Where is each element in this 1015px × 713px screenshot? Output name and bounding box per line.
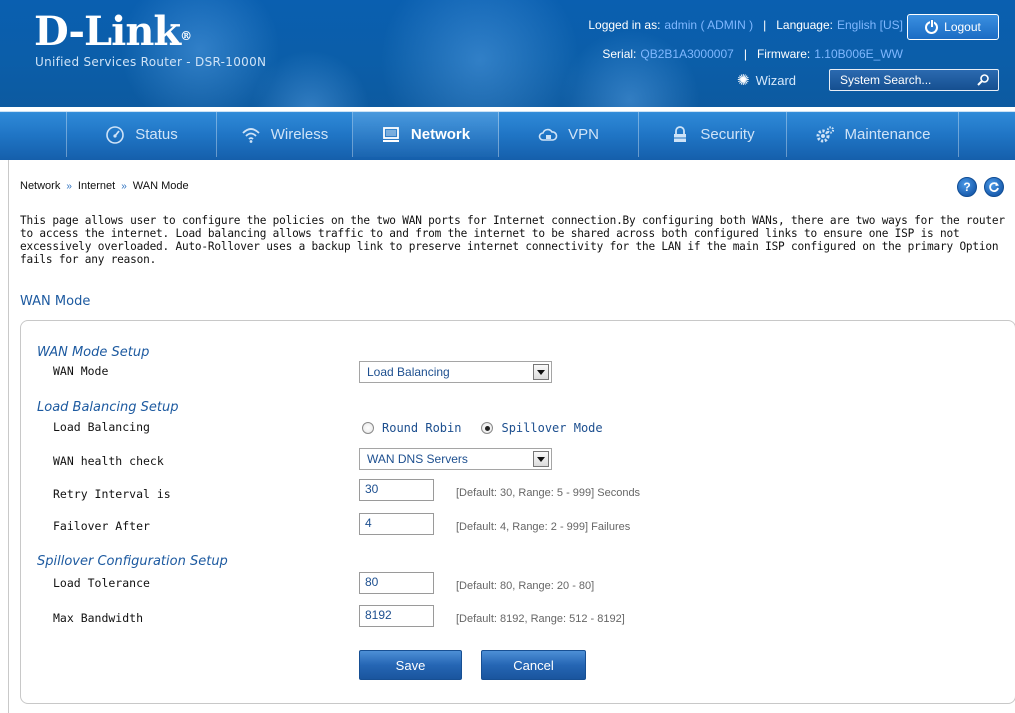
nav-item-vpn[interactable]: VPN (499, 112, 639, 157)
logout-button[interactable]: Logout (907, 14, 999, 40)
nav-item-status[interactable]: Status (66, 112, 217, 157)
failover-after-value: 4 (365, 516, 372, 530)
cloud-lock-icon (538, 128, 558, 141)
wan-health-check-select[interactable]: WAN DNS Servers (359, 448, 552, 470)
cancel-button[interactable]: Cancel (481, 650, 586, 680)
failover-after-hint: [Default: 4, Range: 2 - 999] Failures (456, 521, 631, 533)
retry-interval-label: Retry Interval is (53, 487, 171, 501)
lock-icon (674, 125, 687, 142)
nav-label: Network (410, 126, 471, 143)
search-placeholder: System Search... (840, 73, 932, 87)
load-tolerance-input[interactable]: 80 (359, 572, 434, 594)
chevron-down-icon[interactable] (533, 451, 549, 467)
logged-in-user: admin ( ADMIN ) (664, 18, 754, 32)
refresh-button[interactable] (984, 177, 1004, 197)
system-search-input[interactable]: System Search... (829, 69, 999, 91)
spillover-mode-radio[interactable] (481, 422, 494, 434)
logo-text: D-Link (34, 8, 181, 55)
breadcrumb-wan-mode: WAN Mode (132, 180, 189, 192)
logged-in-label: Logged in as: (588, 18, 661, 32)
header-separator: | (763, 18, 767, 32)
wan-mode-setup-heading: WAN Mode Setup (37, 345, 150, 360)
breadcrumb-separator: » (121, 180, 127, 192)
wan-health-check-label: WAN health check (53, 454, 164, 468)
nav-item-network[interactable]: Network (353, 112, 499, 157)
monitor-icon (382, 126, 399, 142)
nav-item-maintenance[interactable]: Maintenance (787, 112, 959, 157)
nav-label: Security (700, 126, 755, 143)
failover-after-label: Failover After (53, 519, 150, 533)
nav-label: VPN (568, 126, 599, 143)
breadcrumb: Network » Internet » WAN Mode (20, 178, 189, 194)
retry-interval-hint: [Default: 30, Range: 5 - 999] Seconds (456, 487, 641, 499)
wan-mode-select[interactable]: Load Balancing (359, 361, 552, 383)
refresh-icon (989, 182, 999, 192)
header-separator: | (743, 47, 747, 61)
wan-mode-label: WAN Mode (53, 364, 109, 378)
top-header: D-Link® Unified Services Router - DSR-10… (0, 0, 1015, 107)
round-robin-label[interactable]: Round Robin (382, 421, 461, 435)
nav-item-security[interactable]: Security (639, 112, 787, 157)
logout-label: Logout (944, 20, 981, 34)
nav-label: Status (135, 126, 178, 143)
retry-interval-input[interactable]: 30 (359, 479, 434, 501)
save-button[interactable]: Save (359, 650, 462, 680)
page-title: WAN Mode (20, 294, 91, 309)
breadcrumb-separator: » (66, 180, 72, 192)
content-left-border (8, 160, 9, 713)
wizard-link[interactable]: ✺ Wizard (737, 69, 796, 91)
max-bandwidth-label: Max Bandwidth (53, 611, 144, 625)
magic-wand-icon: ✺ (737, 72, 750, 89)
power-icon (925, 19, 939, 34)
load-balancing-radio-group: Round Robin Spillover Mode (362, 419, 603, 437)
breadcrumb-internet[interactable]: Internet (78, 180, 115, 192)
round-robin-radio[interactable] (362, 422, 374, 434)
max-bandwidth-value: 8192 (365, 608, 392, 622)
dlink-logo: D-Link® (34, 8, 192, 55)
language-value[interactable]: English [US] (837, 18, 903, 32)
nav-label: Maintenance (844, 126, 931, 143)
serial-label: Serial: (602, 47, 637, 61)
product-name: Unified Services Router - DSR-1000N (35, 55, 267, 69)
nav-item-wireless[interactable]: Wireless (217, 112, 353, 157)
firmware-value: 1.10B006E_WW (814, 47, 903, 61)
search-icon[interactable] (976, 73, 990, 87)
load-balancing-setup-heading: Load Balancing Setup (37, 400, 179, 415)
load-balancing-label: Load Balancing (53, 420, 150, 434)
help-icon: ? (963, 180, 971, 194)
spillover-mode-label[interactable]: Spillover Mode (501, 421, 602, 435)
firmware-label: Firmware: (756, 47, 811, 61)
failover-after-input[interactable]: 4 (359, 513, 434, 535)
max-bandwidth-hint: [Default: 8192, Range: 512 - 8192] (456, 613, 625, 625)
page-description: This page allows user to configure the p… (20, 214, 1005, 266)
nav-label: Wireless (270, 126, 329, 143)
load-tolerance-label: Load Tolerance (53, 576, 150, 590)
session-info: Logged in as: admin ( ADMIN ) | Language… (588, 17, 903, 33)
wizard-label: Wizard (755, 72, 797, 88)
wifi-icon (242, 127, 260, 143)
load-tolerance-value: 80 (365, 575, 379, 589)
breadcrumb-network[interactable]: Network (20, 180, 60, 192)
chevron-down-icon[interactable] (533, 364, 549, 380)
max-bandwidth-input[interactable]: 8192 (359, 605, 434, 627)
logo-registered-mark: ® (180, 29, 192, 43)
retry-interval-value: 30 (365, 482, 379, 496)
help-button[interactable]: ? (957, 177, 977, 197)
language-label: Language: (776, 18, 833, 32)
serial-value: QB2B1A3000007 (640, 47, 734, 61)
load-tolerance-hint: [Default: 80, Range: 20 - 80] (456, 580, 595, 592)
gauge-icon (106, 125, 125, 144)
wan-mode-value: Load Balancing (367, 365, 450, 379)
main-nav: Status Wireless Network VPN Security Mai… (66, 112, 959, 157)
device-info: Serial: QB2B1A3000007 | Firmware: 1.10B0… (602, 46, 903, 62)
wan-health-check-value: WAN DNS Servers (367, 452, 468, 466)
spillover-setup-heading: Spillover Configuration Setup (37, 554, 228, 569)
gears-icon (816, 125, 834, 142)
